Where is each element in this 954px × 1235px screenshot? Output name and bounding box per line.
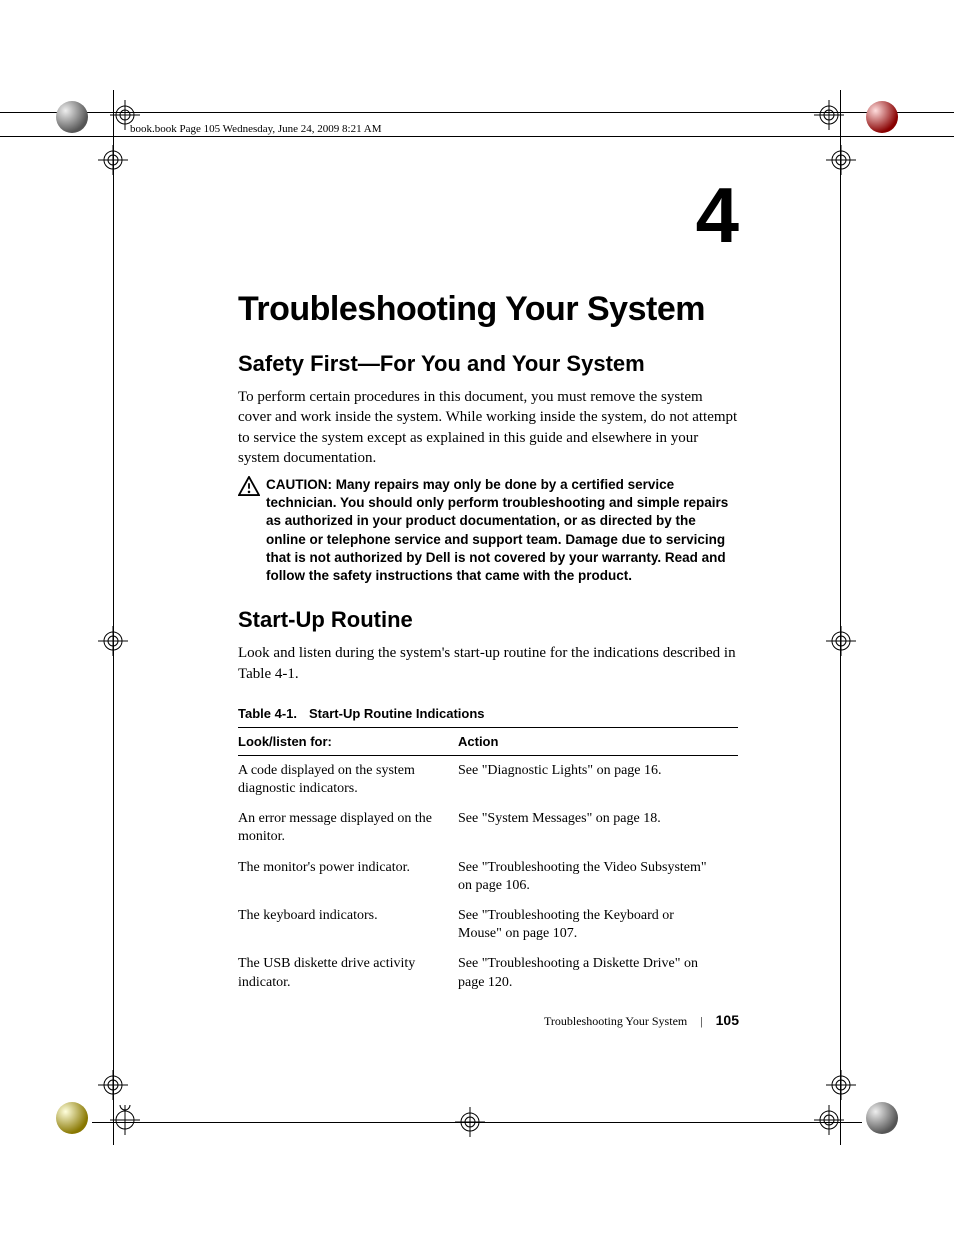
table-cell-action: See "Troubleshooting the Video Subsystem… xyxy=(458,853,738,901)
caution-text: CAUTION: Many repairs may only be done b… xyxy=(266,476,738,585)
table-cell-action: See "Troubleshooting the Keyboard or Mou… xyxy=(458,901,738,949)
table-cell-look: A code displayed on the system diagnosti… xyxy=(238,755,458,804)
table-row: An error message displayed on the monito… xyxy=(238,804,738,852)
table-header-look: Look/listen for: xyxy=(238,727,458,755)
registration-mark-icon xyxy=(826,145,856,175)
table-row: The monitor's power indicator. See "Trou… xyxy=(238,853,738,901)
table-cell-action: See "System Messages" on page 18. xyxy=(458,804,738,852)
table-cell-look: An error message displayed on the monito… xyxy=(238,804,458,852)
crop-line xyxy=(0,112,954,113)
footer-text: Troubleshooting Your System xyxy=(544,1014,687,1028)
registration-mark-icon xyxy=(814,1105,844,1135)
table-row: The USB diskette drive activity indicato… xyxy=(238,949,738,997)
page-title: Troubleshooting Your System xyxy=(238,290,738,329)
registration-mark-icon xyxy=(455,1107,485,1137)
crop-line xyxy=(840,90,841,1145)
table-row: The keyboard indicators. See "Troublesho… xyxy=(238,901,738,949)
table-cell-action: See "Troubleshooting a Diskette Drive" o… xyxy=(458,949,738,997)
content-area: Troubleshooting Your System Safety First… xyxy=(238,180,738,998)
section-body-safety: To perform certain procedures in this do… xyxy=(238,387,738,468)
footer-page-number: 105 xyxy=(716,1012,739,1028)
section-heading-startup: Start-Up Routine xyxy=(238,607,738,633)
table-cell-look: The USB diskette drive activity indicato… xyxy=(238,949,458,997)
caution-label: CAUTION: xyxy=(266,477,336,492)
registration-mark-icon xyxy=(98,1070,128,1100)
color-ball-icon xyxy=(55,1101,89,1135)
caution-body: Many repairs may only be done by a certi… xyxy=(266,477,728,583)
crop-line xyxy=(0,136,954,137)
registration-mark-icon xyxy=(814,100,844,130)
section-body-startup: Look and listen during the system's star… xyxy=(238,643,738,684)
page-footer: Troubleshooting Your System | 105 xyxy=(544,1012,739,1029)
crop-line xyxy=(113,90,114,1145)
table-cell-look: The monitor's power indicator. xyxy=(238,853,458,901)
footer-separator: | xyxy=(700,1014,702,1028)
table-caption-title: Start-Up Routine Indications xyxy=(309,706,485,721)
table-row: A code displayed on the system diagnosti… xyxy=(238,755,738,804)
table-caption-label: Table 4-1. xyxy=(238,706,297,721)
table-caption: Table 4-1. Start-Up Routine Indications xyxy=(238,706,738,721)
color-ball-icon xyxy=(55,100,89,134)
registration-mark-icon xyxy=(110,1105,140,1135)
table-header-action: Action xyxy=(458,727,738,755)
table-cell-action: See "Diagnostic Lights" on page 16. xyxy=(458,755,738,804)
color-ball-icon xyxy=(865,100,899,134)
print-header-line: book.book Page 105 Wednesday, June 24, 2… xyxy=(130,123,382,135)
registration-mark-icon xyxy=(98,145,128,175)
page: book.book Page 105 Wednesday, June 24, 2… xyxy=(0,0,954,1235)
section-heading-safety: Safety First—For You and Your System xyxy=(238,351,738,377)
registration-mark-icon xyxy=(98,626,128,656)
registration-mark-icon xyxy=(826,626,856,656)
registration-mark-icon xyxy=(110,100,140,130)
caution-block: CAUTION: Many repairs may only be done b… xyxy=(238,476,738,585)
registration-mark-icon xyxy=(826,1070,856,1100)
table-cell-look: The keyboard indicators. xyxy=(238,901,458,949)
startup-table: Look/listen for: Action A code displayed… xyxy=(238,727,738,998)
caution-icon xyxy=(238,476,260,496)
color-ball-icon xyxy=(865,1101,899,1135)
